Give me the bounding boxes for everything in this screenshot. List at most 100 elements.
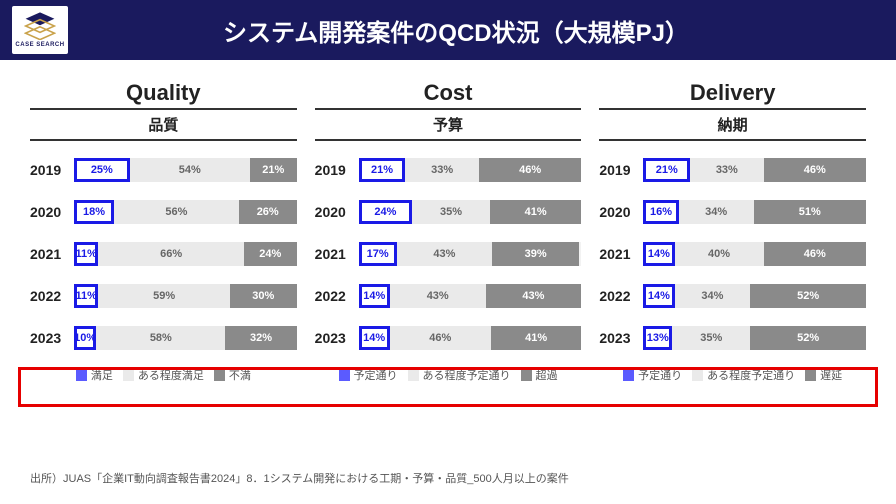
data-row: 201925%54%21% [30,157,297,183]
year-label: 2020 [599,204,643,220]
year-label: 2019 [315,162,359,178]
bar-segment: 40% [675,242,764,266]
bar-segment: 51% [754,200,866,224]
year-label: 2023 [315,330,359,346]
data-row: 202111%66%24% [30,241,297,267]
legend-label: ある程度満足 [138,367,204,383]
column-title-jp: 品質 [30,108,297,141]
bar-segment: 21% [643,158,690,182]
bar-segment: 66% [98,242,243,266]
bar-segment: 24% [359,200,412,224]
data-row: 202313%35%52% [599,325,866,351]
bar-segment: 43% [486,284,582,308]
column-title-jp: 予算 [315,108,582,141]
legend-label: 不満 [229,367,251,383]
legend-label: 予定通り [638,367,682,383]
year-label: 2020 [315,204,359,220]
column-title-en: Cost [315,80,582,106]
column-title-en: Delivery [599,80,866,106]
data-row: 202117%43%39% [315,241,582,267]
bar-segment: 46% [479,158,581,182]
year-label: 2021 [315,246,359,262]
legend: 予定通り ある程度予定通り超過 [315,367,582,383]
page-title: システム開発案件のQCD状況（大規模PJ） [88,13,884,48]
data-row: 202314%46%41% [315,325,582,351]
bar-segment: 32% [225,326,296,350]
legend-item: 満足 [76,367,113,383]
legend-swatch [123,370,134,381]
stacked-bar: 25%54%21% [74,158,297,182]
stacked-bar: 14%34%52% [643,284,866,308]
year-label: 2022 [599,288,643,304]
bar-segment: 46% [764,158,866,182]
bar-segment: 21% [359,158,406,182]
year-label: 2019 [599,162,643,178]
bar-segment: 56% [114,200,239,224]
bar-segment: 21% [250,158,297,182]
column-title-en: Quality [30,80,297,106]
legend-label: 予定通り [354,367,398,383]
legend-swatch [805,370,816,381]
bar-segment: 14% [643,242,674,266]
bar-segment: 30% [230,284,297,308]
legend-swatch [76,370,87,381]
legend-swatch [408,370,419,381]
legend-item: 遅延 [805,367,842,383]
stacked-bar: 14%43%43% [359,284,582,308]
legend-item: 超過 [521,367,558,383]
column-title-jp: 納期 [599,108,866,141]
logo-text: CASE SEARCH [15,42,64,48]
bar-segment: 59% [98,284,229,308]
bar-segment: 46% [390,326,491,350]
layers-icon [24,12,56,40]
bar-segment: 14% [359,284,390,308]
stacked-bar: 14%40%46% [643,242,866,266]
legend-swatch [521,370,532,381]
bar-segment: 33% [405,158,478,182]
legend-item: ある程度予定通り [692,367,795,383]
year-label: 2019 [30,162,74,178]
header: CASE SEARCH システム開発案件のQCD状況（大規模PJ） [0,0,896,60]
bar-segment: 34% [675,284,751,308]
chart-column: Delivery納期201921%33%46%202016%34%51%2021… [599,80,866,383]
stacked-bar: 24%35%41% [359,200,582,224]
data-row: 202211%59%30% [30,283,297,309]
bar-segment: 52% [750,326,866,350]
bar-segment: 16% [643,200,678,224]
bar-segment: 43% [390,284,486,308]
stacked-bar: 21%33%46% [643,158,866,182]
legend-swatch [339,370,350,381]
year-label: 2022 [30,288,74,304]
stacked-bar: 14%46%41% [359,326,582,350]
legend-swatch [692,370,703,381]
year-label: 2023 [30,330,74,346]
bar-segment: 34% [679,200,754,224]
legend-item: ある程度予定通り [408,367,511,383]
bar-segment: 24% [244,242,297,266]
bar-segment: 10% [74,326,96,350]
data-row: 201921%33%46% [599,157,866,183]
bar-segment: 39% [492,242,579,266]
year-label: 2021 [30,246,74,262]
bar-segment: 33% [690,158,763,182]
legend-item: 予定通り [339,367,398,383]
legend-label: ある程度予定通り [423,367,511,383]
data-row: 202214%43%43% [315,283,582,309]
legend-label: 遅延 [820,367,842,383]
year-label: 2022 [315,288,359,304]
legend-item: ある程度満足 [123,367,204,383]
chart-column: Cost予算201921%33%46%202024%35%41%202117%4… [315,80,582,383]
data-row: 202024%35%41% [315,199,582,225]
stacked-bar: 16%34%51% [643,200,866,224]
stacked-bar: 10%58%32% [74,326,297,350]
legend-swatch [214,370,225,381]
bar-segment: 58% [96,326,225,350]
bar-segment: 35% [672,326,750,350]
source-text: 出所）JUAS「企業IT動向調査報告書2024」8．1システム開発における工期・… [30,470,569,486]
content: Quality品質201925%54%21%202018%56%26%20211… [0,60,896,383]
bar-segment: 43% [397,242,493,266]
data-row: 202016%34%51% [599,199,866,225]
bar-segment: 41% [490,200,581,224]
data-row: 202018%56%26% [30,199,297,225]
bar-segment: 52% [750,284,866,308]
